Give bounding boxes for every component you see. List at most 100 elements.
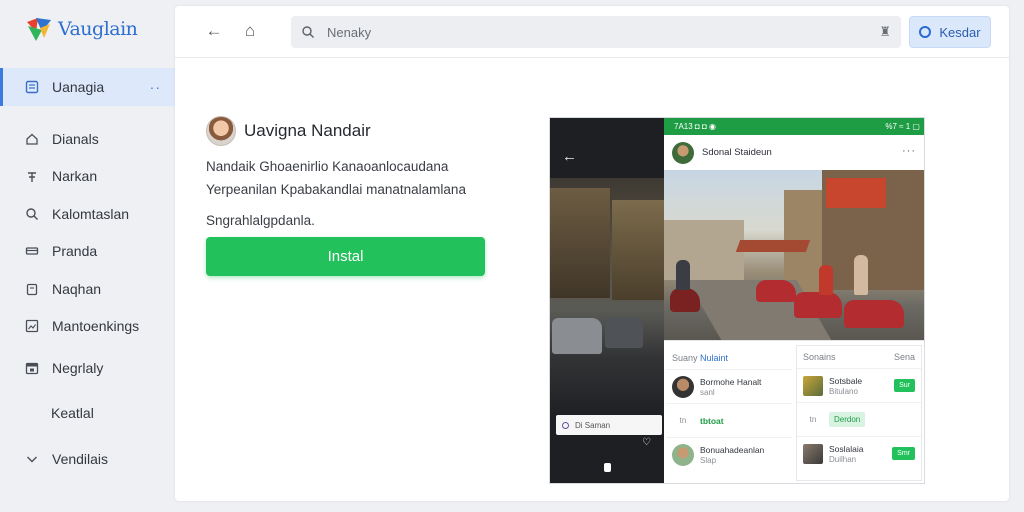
avatar xyxy=(206,116,236,146)
calendar-icon xyxy=(24,360,40,376)
sidebar-item-label: Dianals xyxy=(52,130,99,147)
sidebar-item-label: Negrlaly xyxy=(52,359,104,376)
app-preview: ← Di Saman ♡ 7A13 ◘ ◘ ◉ %7 ≈ 1 ▢ Sdonal … xyxy=(549,117,925,484)
column-title: Suany xyxy=(672,353,698,363)
avatar xyxy=(672,375,694,398)
home-icon xyxy=(24,131,40,147)
list-item[interactable]: tn Derdon xyxy=(797,402,921,436)
app-info: Uavigna Nandair Nandaik Ghoaenirlio Kana… xyxy=(206,116,496,232)
column-right-label: Sena xyxy=(893,352,915,362)
sidebar-item-4[interactable]: Pranda xyxy=(0,233,175,271)
heart-icon[interactable]: ♡ xyxy=(642,437,651,448)
list-item-subtitle: Slap xyxy=(700,455,717,465)
sidebar-item-label: Narkan xyxy=(52,168,98,185)
sidebar-item-7[interactable]: Negrlaly xyxy=(0,345,175,390)
top-bar: ← ⌂ Nenaky ♜ Kesdar xyxy=(175,6,1009,58)
image-icon xyxy=(24,318,40,334)
logo-icon xyxy=(24,14,54,44)
avatar xyxy=(672,141,694,164)
home-icon: ⌂ xyxy=(244,21,256,40)
sidebar-item-label: Uanagia xyxy=(52,79,105,95)
sidebar-item-label: Naqhan xyxy=(52,280,102,297)
sidebar-item-6[interactable]: Mantoenkings xyxy=(0,308,175,346)
arrow-left-icon[interactable]: ← xyxy=(562,148,577,165)
preview-cards: Suany Nulaint Bormohe Hanalt sanl tn tbto… xyxy=(664,340,924,483)
column-header: Suany Nulaint xyxy=(666,347,792,369)
home-indicator-icon xyxy=(604,463,611,472)
app-name: Vauglain xyxy=(58,18,138,40)
document-icon xyxy=(24,79,40,95)
sidebar-item-label: Keatlal xyxy=(51,404,94,421)
search-icon xyxy=(302,26,314,38)
street-photo xyxy=(550,178,664,418)
sidebar-item-9[interactable]: Vendilais xyxy=(0,435,175,483)
list-item[interactable]: tn tbtoat xyxy=(666,403,792,437)
search-input[interactable]: Nenaky ♜ xyxy=(291,16,901,48)
card-icon xyxy=(24,243,40,259)
action-chip[interactable]: Derdon xyxy=(829,412,866,427)
clipboard-icon xyxy=(24,281,40,297)
mic-icon[interactable]: ♜ xyxy=(879,24,891,40)
list-item-title: Sotsbale xyxy=(829,375,863,386)
list-item[interactable]: Bonuahadeanlan Slap xyxy=(666,437,792,471)
sidebar-nav: Uanagia ·· Dianals Narkan Kalomtaslan Pr… xyxy=(0,68,175,483)
app-header: Uavigna Nandair xyxy=(206,116,496,146)
home-button[interactable]: ⌂ xyxy=(239,20,261,42)
action-chip[interactable]: Smr xyxy=(892,447,915,460)
list-item[interactable]: Sotsbale Bitulano Sur xyxy=(797,368,921,402)
list-item-title: tbtoat xyxy=(700,415,724,426)
column-header: Sonains Sena xyxy=(797,346,921,368)
sidebar-item-1[interactable]: Dianals xyxy=(0,120,175,158)
app-title: Uavigna Nandair xyxy=(244,121,371,140)
more-icon[interactable]: ·· xyxy=(150,79,161,95)
sidebar-item-2[interactable]: Narkan xyxy=(0,158,175,196)
app-description: Nandaik Ghoaenirlio Kanaoanlocaudana Yer… xyxy=(206,155,496,232)
comment-field-text: Di Saman xyxy=(575,420,611,430)
list-item[interactable]: Soslalaia Duilhan Smr xyxy=(797,436,921,470)
header-button-label: Kesdar xyxy=(939,24,981,40)
sidebar-item-8[interactable]: Keatlal xyxy=(0,390,175,435)
more-icon[interactable]: ··· xyxy=(902,145,916,157)
preview-left-screen: ← Di Saman ♡ xyxy=(550,118,664,483)
arrow-left-icon: ← xyxy=(205,21,223,40)
list-item-title: Bonuahadeanlan xyxy=(700,444,765,455)
list-item[interactable]: Bormohe Hanalt sanl xyxy=(666,369,792,403)
list-item-icon: tn xyxy=(679,416,687,425)
sidebar-item-label: Kalomtaslan xyxy=(52,205,130,222)
list-item-icon: tn xyxy=(809,415,817,424)
action-chip[interactable]: Sur xyxy=(894,379,915,392)
circle-icon xyxy=(919,26,932,38)
sidebar-item-3[interactable]: Kalomtaslan xyxy=(0,195,175,233)
column-title: Sonains xyxy=(803,352,836,362)
preview-phone-screen: 7A13 ◘ ◘ ◉ %7 ≈ 1 ▢ Sdonal Staideun ··· xyxy=(664,118,924,483)
comment-field[interactable]: Di Saman xyxy=(556,415,662,435)
thumbnail xyxy=(803,443,823,464)
sidebar-item-active[interactable]: Uanagia ·· xyxy=(0,68,175,106)
push-pin-icon xyxy=(24,168,40,184)
sidebar-item-label: Mantoenkings xyxy=(52,318,140,335)
list-item-subtitle: Bitulano xyxy=(829,386,858,396)
sidebar-item-label: Vendilais xyxy=(52,451,109,467)
search-icon xyxy=(24,206,40,222)
post-image xyxy=(664,170,924,340)
header-action-button[interactable]: Kesdar xyxy=(909,16,991,48)
status-left: 7A13 ◘ ◘ ◉ xyxy=(674,122,716,131)
list-item-subtitle: Duilhan xyxy=(829,454,857,464)
chevron-down-icon xyxy=(24,451,40,467)
sidebar-item-5[interactable]: Naqhan xyxy=(0,270,175,308)
list-item-title: Bormohe Hanalt xyxy=(700,376,762,387)
column-tag[interactable]: Nulaint xyxy=(700,353,728,363)
install-button[interactable]: Instal xyxy=(206,237,485,276)
sidebar: Vauglain Uanagia ·· Dianals Narkan Kalom… xyxy=(0,0,175,512)
card-column: Suany Nulaint Bormohe Hanalt sanl tn tbto… xyxy=(666,347,792,483)
search-placeholder: Nenaky xyxy=(327,24,372,40)
post-author: Sdonal Staideun xyxy=(702,147,772,158)
list-item-subtitle: sanl xyxy=(700,387,715,397)
back-button[interactable]: ← xyxy=(203,20,225,42)
post-header: Sdonal Staideun ··· xyxy=(664,135,924,170)
description-line: Sngrahlalgpdanla. xyxy=(206,213,315,228)
avatar xyxy=(672,443,694,466)
app-logo[interactable]: Vauglain xyxy=(24,14,138,44)
main-panel: ← ⌂ Nenaky ♜ Kesdar Uavigna Nandair Nand… xyxy=(175,6,1009,501)
description-line: Yerpeanilan Kpabakandlai manatnalamlana xyxy=(206,182,466,197)
